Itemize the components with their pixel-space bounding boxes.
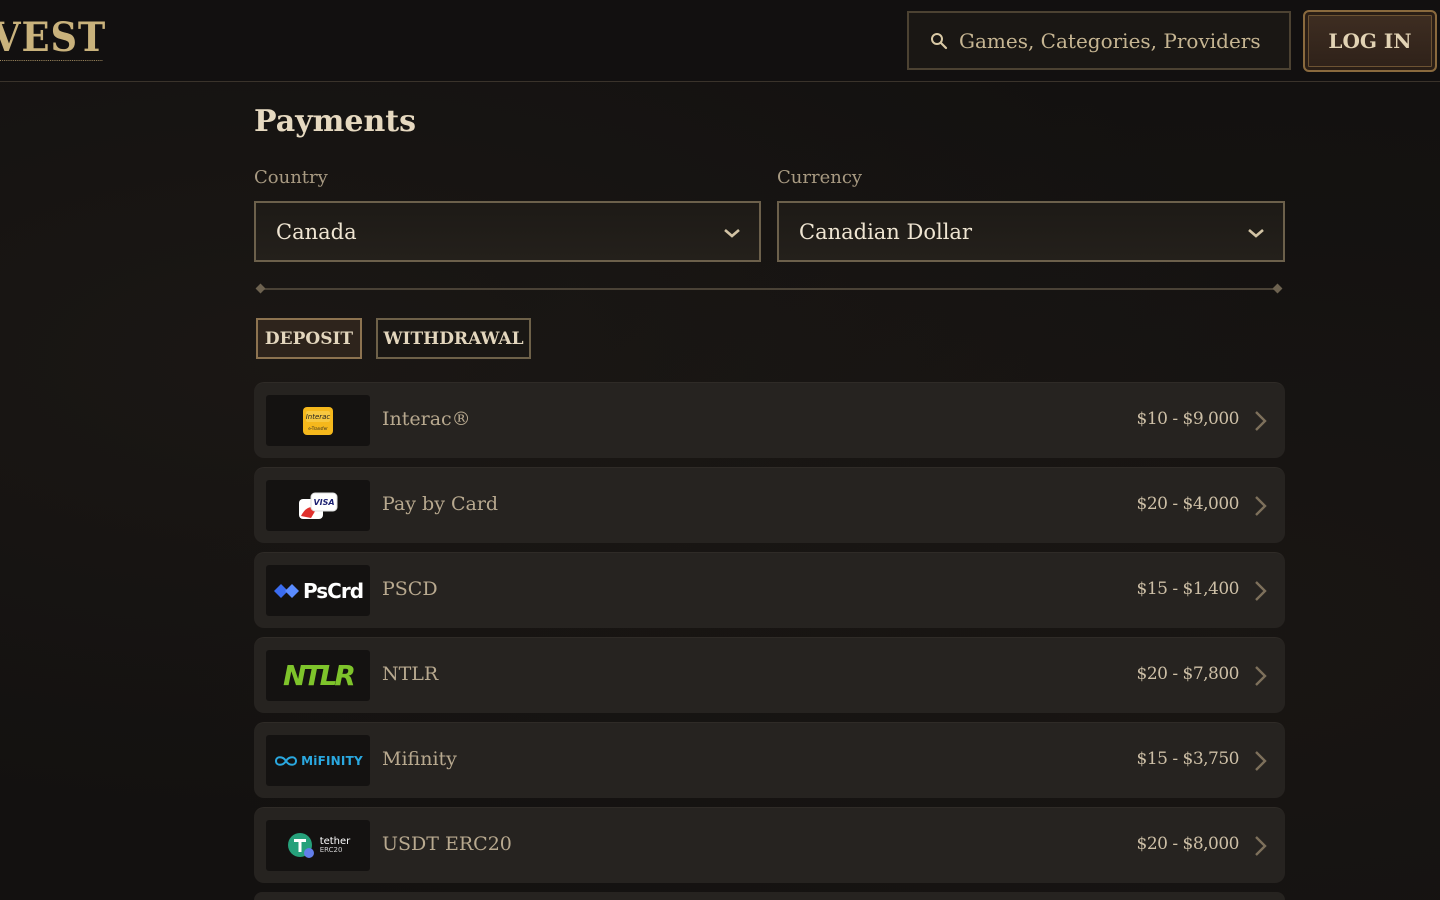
payment-method-row[interactable]: MiFINITY Mifinity $15 - $3,750 bbox=[254, 722, 1285, 798]
chevron-down-icon bbox=[723, 220, 741, 244]
pscrd-logo-text: PsCrd bbox=[302, 578, 364, 603]
payment-method-range: $20 - $4,000 bbox=[1136, 494, 1240, 514]
payment-methods-list: Interac e-Transfer Interac® $10 - $9,000… bbox=[254, 382, 1285, 892]
payment-method-row[interactable]: tether ERC20 USDT ERC20 $20 - $8,000 bbox=[254, 807, 1285, 883]
ntlr-logo-text: NTLR bbox=[283, 659, 356, 692]
tether-logo: tether ERC20 bbox=[266, 820, 370, 871]
chevron-right-icon bbox=[1251, 494, 1271, 518]
currency-select[interactable]: Canadian Dollar bbox=[777, 201, 1285, 262]
pscrd-logo: PsCrd bbox=[266, 565, 370, 616]
payment-method-name: Mifinity bbox=[382, 748, 457, 770]
chevron-down-icon bbox=[1247, 220, 1265, 244]
ntlr-logo: NTLR bbox=[266, 650, 370, 701]
payment-method-name: USDT ERC20 bbox=[382, 833, 512, 855]
currency-label: Currency bbox=[777, 167, 863, 188]
currency-select-value: Canadian Dollar bbox=[799, 219, 972, 244]
svg-text:VISA: VISA bbox=[313, 498, 334, 507]
svg-text:e-Transfer: e-Transfer bbox=[308, 426, 328, 431]
country-label: Country bbox=[254, 167, 328, 188]
payment-method-row[interactable]: NTLR NTLR $20 - $7,800 bbox=[254, 637, 1285, 713]
payment-method-name: PSCD bbox=[382, 578, 438, 600]
tether-logo-subtext: ERC20 bbox=[319, 846, 343, 854]
payment-method-row-partial[interactable] bbox=[254, 892, 1285, 900]
payment-method-name: Interac® bbox=[382, 408, 471, 430]
payment-method-row[interactable]: VISA Pay by Card $20 - $4,000 bbox=[254, 467, 1285, 543]
section-divider bbox=[260, 288, 1278, 290]
chevron-right-icon bbox=[1251, 409, 1271, 433]
login-button[interactable]: LOG IN bbox=[1303, 10, 1437, 72]
country-select[interactable]: Canada bbox=[254, 201, 761, 262]
country-select-value: Canada bbox=[276, 219, 357, 244]
tether-logo-text: tether bbox=[319, 836, 351, 847]
payment-method-range: $10 - $9,000 bbox=[1136, 409, 1240, 429]
mifinity-logo: MiFINITY bbox=[266, 735, 370, 786]
payment-method-name: Pay by Card bbox=[382, 493, 499, 515]
chevron-right-icon bbox=[1251, 664, 1271, 688]
payment-method-row[interactable]: Interac e-Transfer Interac® $10 - $9,000 bbox=[254, 382, 1285, 458]
search-icon bbox=[929, 31, 949, 51]
chevron-right-icon bbox=[1251, 834, 1271, 858]
svg-text:Interac: Interac bbox=[306, 413, 331, 421]
payment-method-range: $20 - $8,000 bbox=[1136, 834, 1240, 854]
top-header: VEST Games, Categories, Providers LOG IN bbox=[0, 0, 1440, 82]
tab-withdrawal[interactable]: WITHDRAWAL bbox=[376, 318, 531, 359]
site-logo[interactable]: VEST bbox=[0, 14, 106, 61]
search-placeholder: Games, Categories, Providers bbox=[959, 28, 1261, 53]
chevron-right-icon bbox=[1251, 749, 1271, 773]
chevron-right-icon bbox=[1251, 579, 1271, 603]
search-input[interactable]: Games, Categories, Providers bbox=[907, 11, 1291, 70]
payment-method-row[interactable]: PsCrd PSCD $15 - $1,400 bbox=[254, 552, 1285, 628]
payment-method-range: $15 - $3,750 bbox=[1136, 749, 1240, 769]
payment-method-range: $15 - $1,400 bbox=[1136, 579, 1240, 599]
interac-logo: Interac e-Transfer bbox=[266, 395, 370, 446]
payment-method-name: NTLR bbox=[382, 663, 439, 685]
visa-card-logo: VISA bbox=[266, 480, 370, 531]
tab-deposit[interactable]: DEPOSIT bbox=[256, 318, 362, 359]
page-title: Payments bbox=[254, 104, 417, 139]
payment-method-range: $20 - $7,800 bbox=[1136, 664, 1240, 684]
mifinity-logo-text: MiFINITY bbox=[301, 753, 363, 768]
